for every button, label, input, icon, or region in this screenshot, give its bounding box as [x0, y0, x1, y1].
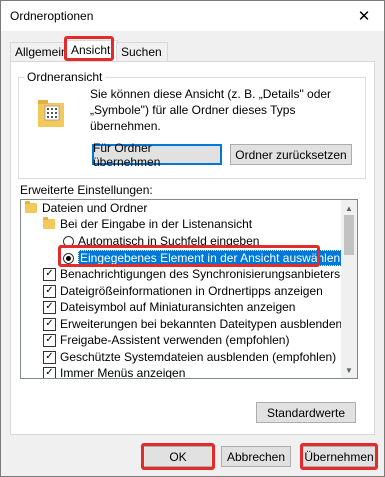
restore-defaults-label: Standardwerte — [266, 405, 346, 420]
checkbox-always-show-menus[interactable]: ✓ Immer Menüs anzeigen — [43, 365, 186, 379]
folder-view-label: Ordneransicht — [24, 70, 106, 84]
ok-button[interactable]: OK — [143, 446, 213, 467]
checkbox-sync-notifications[interactable]: ✓ Benachrichtigungen des Synchronisierun… — [43, 266, 358, 282]
reset-folders-label: Ordner zurücksetzen — [235, 147, 347, 162]
tab-label: Ansicht — [71, 43, 111, 57]
vertical-scrollbar[interactable]: ▲ ▼ — [341, 200, 357, 378]
list-item: Bei der Eingabe in der Listenansicht — [43, 216, 252, 232]
radio-selected-icon — [63, 252, 74, 264]
apply-to-folders-button[interactable]: Für Ordner übernehmen — [92, 141, 222, 169]
apply-to-folders-label: Für Ordner übernehmen — [93, 140, 161, 169]
advanced-settings-label: Erweiterte Einstellungen: — [20, 183, 153, 197]
checkbox-file-icon-thumbnails[interactable]: ✓ Dateisymbol auf Miniaturansichten anze… — [43, 299, 295, 315]
window-title: Ordneroptionen — [10, 9, 94, 23]
tab-label: Suchen — [121, 45, 162, 59]
radio-button-icon — [63, 235, 74, 247]
folder-view-icon — [38, 100, 64, 127]
folder-icon — [43, 217, 55, 229]
checkmark-icon: ✓ — [43, 267, 56, 281]
tab-ansicht[interactable]: Ansicht — [66, 40, 118, 63]
list-item-label: Freigabe-Assistent verwenden (empfohlen) — [60, 333, 290, 347]
close-icon[interactable]: ✕ — [344, 1, 384, 31]
radio-select-typed-item[interactable]: Eingegebenes Element in der Ansicht ausw… — [63, 250, 343, 266]
checkmark-icon: ✓ — [43, 333, 56, 347]
list-item-label: Dateigrößeinformationen in Ordnertipps a… — [60, 284, 323, 298]
list-item-label: Bei der Eingabe in der Listenansicht — [60, 217, 253, 231]
list-item-label: Geschützte Systemdateien ausblenden (emp… — [60, 350, 337, 364]
title-bar: Ordneroptionen ✕ — [1, 1, 384, 31]
radio-auto-search[interactable]: Automatisch in Suchfeld eingeben — [63, 233, 259, 249]
checkmark-icon: ✓ — [43, 366, 56, 378]
checkmark-icon: ✓ — [43, 300, 56, 314]
advanced-settings-list[interactable]: Dateien und Ordner Bei der Eingabe in de… — [20, 199, 358, 379]
checkbox-file-size-tips[interactable]: ✓ Dateigrößeinformationen in Ordnertipps… — [43, 283, 323, 299]
list-item-label: Dateisymbol auf Miniaturansichten anzeig… — [60, 300, 296, 314]
checkbox-sharing-wizard[interactable]: ✓ Freigabe-Assistent verwenden (empfohle… — [43, 332, 289, 348]
checkmark-icon: ✓ — [43, 350, 56, 364]
scroll-down-icon[interactable]: ▼ — [341, 362, 357, 378]
folder-icon — [25, 201, 37, 213]
apply-button[interactable]: Übernehmen — [302, 446, 376, 467]
ok-label: OK — [169, 449, 187, 464]
restore-defaults-button[interactable]: Standardwerte — [256, 402, 356, 423]
list-item-label: Immer Menüs anzeigen — [60, 366, 186, 379]
list-item: Dateien und Ordner — [25, 200, 147, 216]
tab-allgemein[interactable]: Allgemein — [10, 42, 68, 62]
cancel-label: Abbrechen — [226, 449, 286, 464]
list-item-label: Benachrichtigungen des Synchronisierungs… — [60, 267, 358, 281]
list-item-label: Eingegebenes Element in der Ansicht ausw… — [78, 250, 343, 266]
tab-suchen[interactable]: Suchen — [116, 42, 168, 62]
cancel-button[interactable]: Abbrechen — [221, 446, 291, 467]
checkmark-icon: ✓ — [43, 284, 56, 298]
scroll-up-icon[interactable]: ▲ — [341, 200, 357, 216]
apply-label: Übernehmen — [304, 449, 374, 464]
list-item-label: Automatisch in Suchfeld eingeben — [78, 234, 260, 248]
checkbox-hide-system-files[interactable]: ✓ Geschützte Systemdateien ausblenden (e… — [43, 349, 336, 365]
checkbox-hide-extensions[interactable]: ✓ Erweiterungen bei bekannten Dateitypen… — [43, 316, 342, 332]
checkmark-icon: ✓ — [43, 317, 56, 331]
scrollbar-thumb[interactable] — [344, 215, 354, 255]
list-item-label: Erweiterungen bei bekannten Dateitypen a… — [60, 317, 343, 331]
reset-folders-button[interactable]: Ordner zurücksetzen — [230, 144, 352, 165]
folder-view-description: Sie können diese Ansicht (z. B. „Details… — [90, 87, 332, 133]
tab-label: Allgemein — [15, 45, 68, 59]
list-item-label: Dateien und Ordner — [42, 201, 148, 215]
